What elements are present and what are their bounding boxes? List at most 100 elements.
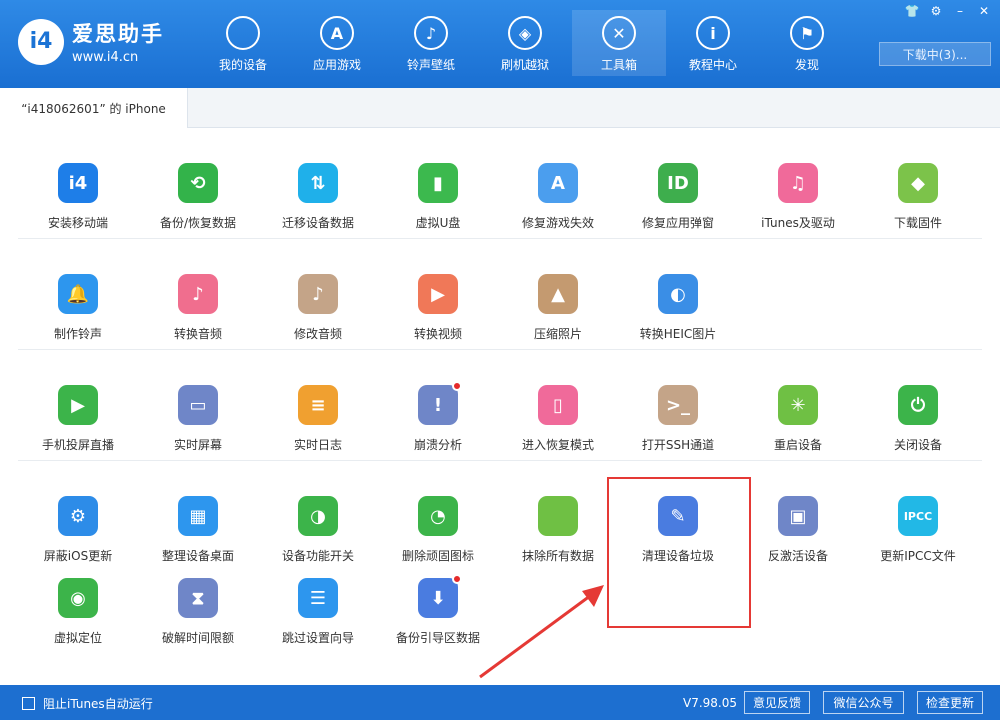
- nav-item-0[interactable]: 我的设备: [196, 10, 290, 76]
- tool-item[interactable]: ▲ 压缩照片: [498, 239, 618, 349]
- dropbox-icon: ◈: [508, 16, 542, 50]
- tool-label: 更新IPCC文件: [880, 549, 956, 563]
- tool-item[interactable]: >_ 打开SSH通道: [618, 350, 738, 460]
- appstore-repair-icon: A: [538, 163, 578, 203]
- recovery-icon: ▯: [538, 385, 578, 425]
- apple-icon: [226, 16, 260, 50]
- tool-label: 修复应用弹窗: [641, 216, 714, 230]
- tool-item[interactable]: ♪ 修改音频: [258, 239, 378, 349]
- tool-item[interactable]: ⚙ 屏蔽iOS更新: [18, 461, 138, 572]
- tool-item[interactable]: ✎ 清理设备垃圾: [618, 461, 738, 572]
- tool-glyph: ▶: [431, 283, 445, 305]
- tool-label: 手机投屏直播: [41, 438, 114, 452]
- tool-label: 备份引导区数据: [395, 631, 480, 645]
- tool-label: 转换视频: [413, 327, 462, 341]
- tool-glyph: ◑: [310, 505, 326, 527]
- tool-item[interactable]: ✳ 重启设备: [738, 350, 858, 460]
- feedback-button[interactable]: 意见反馈: [744, 691, 810, 714]
- tool-item[interactable]: ◐ 转换HEIC图片: [618, 239, 738, 349]
- tool-glyph: ⏻: [910, 394, 926, 416]
- crash-icon: !: [418, 381, 462, 425]
- tool-item[interactable]: ▭ 实时屏幕: [138, 350, 258, 460]
- tool-item[interactable]: ≡ 实时日志: [258, 350, 378, 460]
- tool-item[interactable]: ♫ iTunes及驱动: [738, 128, 858, 238]
- minimize-icon[interactable]: –: [952, 4, 968, 18]
- tool-glyph: ✳: [790, 394, 806, 416]
- tool-item[interactable]: ▮ 虚拟U盘: [378, 128, 498, 238]
- nav-item-3[interactable]: ◈ 刷机越狱: [478, 10, 572, 76]
- nav-item-4[interactable]: ✕ 工具箱: [572, 10, 666, 76]
- device-tab[interactable]: “i418062601” 的 iPhone: [0, 88, 188, 128]
- close-icon[interactable]: ✕: [976, 4, 992, 18]
- nav-item-6[interactable]: ⚑ 发现: [760, 10, 854, 76]
- tool-item[interactable]: ◉ 虚拟定位: [18, 572, 138, 667]
- tool-item[interactable]: ⧗ 破解时间限额: [138, 572, 258, 667]
- tool-label: 进入恢复模式: [521, 438, 594, 452]
- tool-glyph: ◔: [430, 505, 446, 527]
- tool-item[interactable]: ! 崩溃分析: [378, 350, 498, 460]
- deactivate-icon: ▣: [778, 496, 818, 536]
- tool-item[interactable]: ◔ 删除顽固图标: [378, 461, 498, 572]
- itunes-autorun-checkbox[interactable]: [22, 697, 35, 710]
- nav-item-2[interactable]: ♪ 铃声壁纸: [384, 10, 478, 76]
- skip-icon: ☰: [298, 578, 338, 618]
- tool-glyph: ☰: [309, 587, 327, 609]
- tool-glyph: ♫: [789, 172, 807, 194]
- nav-item-5[interactable]: i 教程中心: [666, 10, 760, 76]
- tool-item[interactable]: ▶ 转换视频: [378, 239, 498, 349]
- tool-item[interactable]: ◆ 下载固件: [858, 128, 978, 238]
- tool-label: 修复游戏失效: [521, 216, 594, 230]
- tool-item[interactable]: A 修复游戏失效: [498, 128, 618, 238]
- tool-glyph: ⬇: [430, 587, 446, 609]
- erase-icon: [538, 496, 578, 536]
- tool-item[interactable]: ▯ 进入恢复模式: [498, 350, 618, 460]
- tool-item[interactable]: 🔔 制作铃声: [18, 239, 138, 349]
- tool-label: 制作铃声: [53, 327, 102, 341]
- tool-item[interactable]: IPCC 更新IPCC文件: [858, 461, 978, 572]
- settings-icon[interactable]: ⚙: [928, 4, 944, 18]
- tool-item[interactable]: i4 安装移动端: [18, 128, 138, 238]
- download-progress-button[interactable]: 下载中(3)...: [879, 42, 991, 66]
- tool-item[interactable]: ID 修复应用弹窗: [618, 128, 738, 238]
- tool-item[interactable]: ☰ 跳过设置向导: [258, 572, 378, 667]
- tool-item[interactable]: ⇅ 迁移设备数据: [258, 128, 378, 238]
- title-bar: i4 爱思助手 www.i4.cn 我的设备 A 应用游戏 ♪ 铃声壁纸 ◈ 刷机越狱 ✕ 工具…: [0, 0, 1000, 88]
- tool-item[interactable]: ⟲ 备份/恢复数据: [138, 128, 258, 238]
- tool-item[interactable]: ⬇ 备份引导区数据: [378, 572, 498, 667]
- itunes-icon: ♫: [778, 163, 818, 203]
- tool-item[interactable]: ◑ 设备功能开关: [258, 461, 378, 572]
- new-badge-dot: [452, 574, 462, 584]
- flag-icon: ⚑: [790, 16, 824, 50]
- tool-item[interactable]: ▦ 整理设备桌面: [138, 461, 258, 572]
- restart-icon: ✳: [778, 385, 818, 425]
- tool-label: 备份/恢复数据: [159, 216, 237, 230]
- logo-text: 爱思助手 www.i4.cn: [72, 18, 164, 65]
- wechat-button[interactable]: 微信公众号: [823, 691, 904, 714]
- tool-glyph: ≡: [310, 394, 326, 416]
- check-update-button[interactable]: 检查更新: [917, 691, 983, 714]
- nav-item-1[interactable]: A 应用游戏: [290, 10, 384, 76]
- tool-glyph: ◉: [70, 587, 86, 609]
- tool-glyph: ◆: [911, 172, 925, 194]
- tool-label: 删除顽固图标: [401, 549, 474, 563]
- tool-label: 重启设备: [773, 438, 822, 452]
- tool-item[interactable]: 抹除所有数据: [498, 461, 618, 572]
- tool-label: 整理设备桌面: [161, 549, 234, 563]
- tool-glyph: ▮: [433, 172, 443, 194]
- tool-glyph: >_: [665, 394, 691, 416]
- tool-glyph: ⚙: [69, 505, 87, 527]
- tool-item[interactable]: ♪ 转换音频: [138, 239, 258, 349]
- tool-label: 压缩照片: [533, 327, 582, 341]
- nav-item-label: 发现: [794, 58, 819, 72]
- skin-icon[interactable]: 👕: [904, 4, 920, 18]
- nav-item-label: 工具箱: [600, 58, 637, 72]
- tool-item[interactable]: ⏻ 关闭设备: [858, 350, 978, 460]
- tool-label: 反激活设备: [767, 549, 828, 563]
- tool-glyph: ♪: [192, 283, 204, 305]
- broom-icon: ✎: [658, 496, 698, 536]
- tool-item[interactable]: ▶ 手机投屏直播: [18, 350, 138, 460]
- tool-item[interactable]: ▣ 反激活设备: [738, 461, 858, 572]
- desktop-icon: ▦: [178, 496, 218, 536]
- status-bar: 阻止iTunes自动运行 V7.98.05 意见反馈 微信公众号 检查更新: [0, 685, 1000, 720]
- itunes-autorun-toggle[interactable]: 阻止iTunes自动运行: [22, 695, 153, 712]
